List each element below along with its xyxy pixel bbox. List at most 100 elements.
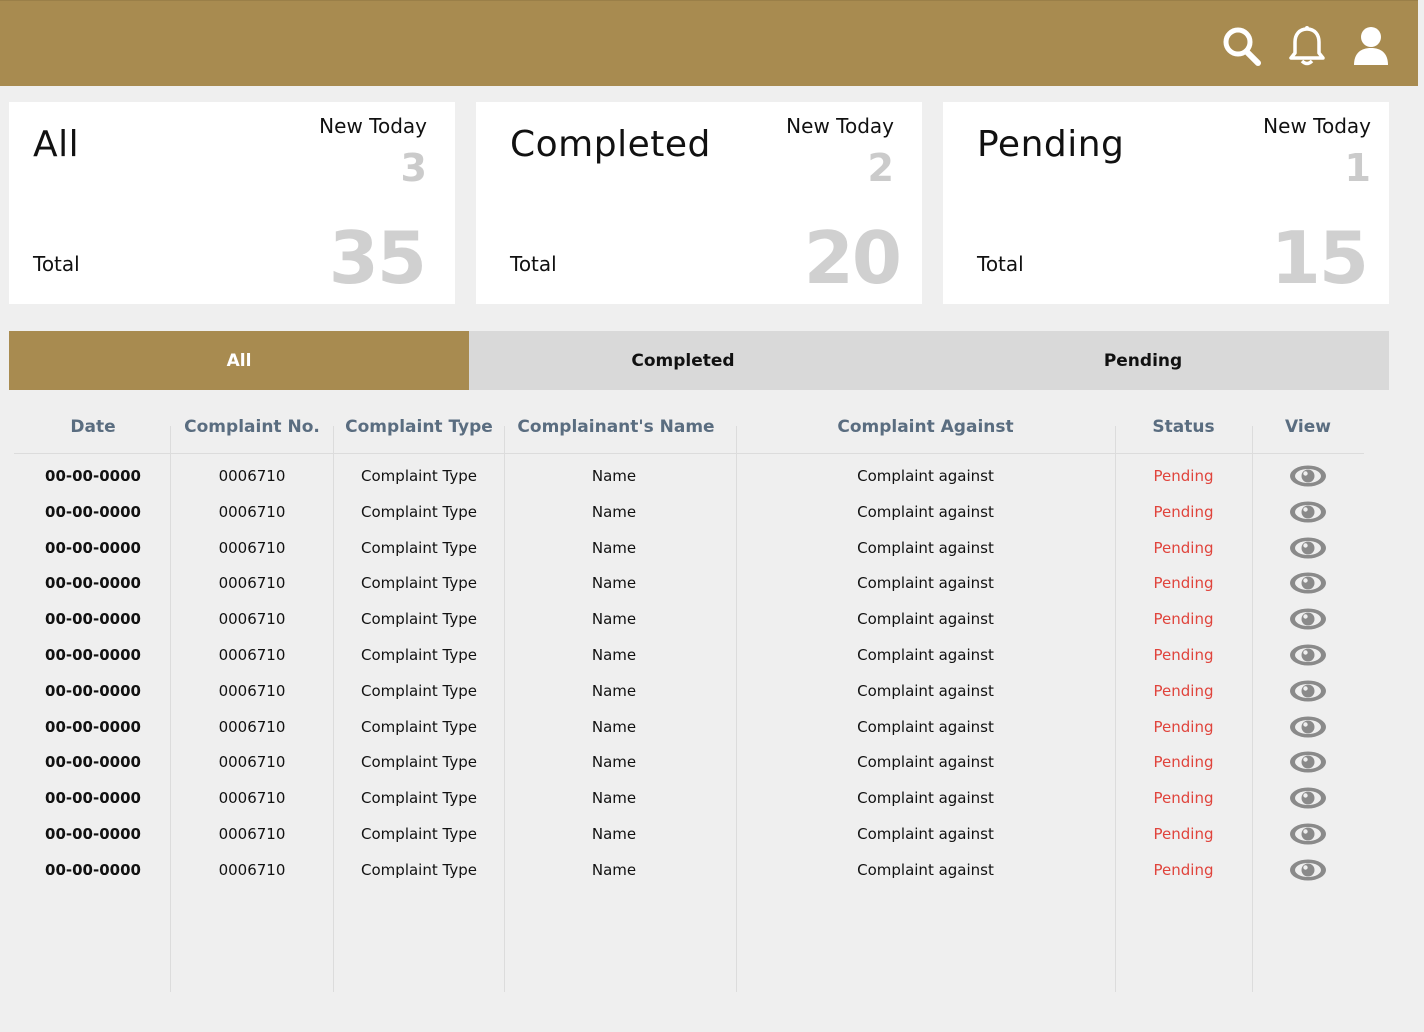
cell-date: 00-00-0000	[45, 502, 141, 521]
eye-icon[interactable]	[1289, 607, 1327, 631]
cell-complaint-type: Complaint Type	[361, 646, 477, 664]
cell-status: Pending	[1153, 467, 1214, 485]
cell-complainant-name: Name	[591, 646, 637, 664]
cell-complaint-against: Complaint against	[857, 574, 994, 593]
eye-icon[interactable]	[1289, 500, 1327, 524]
cell-complainant-name: Name	[591, 753, 637, 772]
cell-complaint-no: 0006710	[218, 681, 286, 700]
bell-icon[interactable]	[1287, 25, 1327, 67]
tab-all[interactable]: All	[9, 331, 469, 390]
eye-icon[interactable]	[1289, 679, 1327, 703]
eye-icon[interactable]	[1289, 786, 1327, 810]
cell-complaint-type: Complaint Type	[361, 502, 477, 521]
column-header-date[interactable]: Date	[14, 417, 172, 437]
cell-status: Pending	[1153, 646, 1214, 664]
column-header-complaint-against[interactable]: Complaint Against	[736, 417, 1115, 437]
table-row: 00-00-0000 0006710 Complaint Type Name Compl…	[14, 494, 1364, 530]
search-icon[interactable]	[1222, 25, 1262, 67]
table-row: 00-00-0000 0006710 Complaint Type Name Compl…	[14, 530, 1364, 566]
total-label: Total	[33, 252, 80, 276]
eye-icon[interactable]	[1289, 822, 1327, 846]
tab-pending[interactable]: Pending	[897, 331, 1389, 390]
total-count: 35	[328, 216, 427, 300]
cell-date: 00-00-0000	[45, 538, 141, 557]
eye-icon[interactable]	[1289, 715, 1327, 739]
new-today-label: New Today	[1263, 114, 1371, 138]
eye-icon[interactable]	[1289, 643, 1327, 667]
cell-status: Pending	[1153, 502, 1214, 521]
cell-complainant-name: Name	[591, 860, 637, 879]
cell-complaint-type: Complaint Type	[361, 538, 477, 557]
summary-card-all: All New Today 3 Total 35	[9, 102, 455, 304]
summary-card-completed: Completed New Today 2 Total 20	[476, 102, 922, 304]
eye-icon[interactable]	[1289, 750, 1327, 774]
cell-date: 00-00-0000	[45, 610, 141, 629]
cell-complaint-against: Complaint against	[857, 681, 994, 700]
user-icon[interactable]	[1351, 25, 1391, 67]
column-header-complainant-name[interactable]: Complainant's Name	[504, 417, 728, 437]
cell-complaint-no: 0006710	[218, 467, 286, 485]
cell-complaint-type: Complaint Type	[361, 753, 477, 772]
cell-complaint-no: 0006710	[218, 610, 286, 629]
cell-status: Pending	[1153, 717, 1214, 736]
table-row: 00-00-0000 0006710 Complaint Type Name Compl…	[14, 637, 1364, 673]
cell-complaint-against: Complaint against	[857, 646, 994, 664]
column-header-status[interactable]: Status	[1115, 417, 1252, 437]
cell-complaint-no: 0006710	[218, 860, 286, 879]
new-today-count: 3	[400, 146, 427, 190]
eye-icon[interactable]	[1289, 571, 1327, 595]
total-count: 20	[803, 216, 902, 300]
cell-complaint-against: Complaint against	[857, 538, 994, 557]
cell-date: 00-00-0000	[45, 753, 141, 772]
table-row: 00-00-0000 0006710 Complaint Type Name Compl…	[14, 601, 1364, 637]
cell-complainant-name: Name	[591, 717, 637, 736]
cell-complaint-no: 0006710	[218, 717, 286, 736]
table-row: 00-00-0000 0006710 Complaint Type Name Compl…	[14, 673, 1364, 709]
cell-status: Pending	[1153, 825, 1214, 843]
summary-card-pending: Pending New Today 1 Total 15	[943, 102, 1389, 304]
table-row: 00-00-0000 0006710 Complaint Type Name Compl…	[14, 709, 1364, 745]
column-header-view[interactable]: View	[1252, 417, 1364, 437]
cell-complaint-no: 0006710	[218, 538, 286, 557]
table-row: 00-00-0000 0006710 Complaint Type Name Compl…	[14, 458, 1364, 494]
column-header-complaint-type[interactable]: Complaint Type	[334, 417, 504, 437]
cell-complaint-no: 0006710	[218, 646, 286, 664]
eye-icon[interactable]	[1289, 858, 1327, 882]
cell-complaint-type: Complaint Type	[361, 681, 477, 700]
card-title: All	[33, 124, 80, 165]
cell-complaint-against: Complaint against	[857, 753, 994, 772]
cell-status: Pending	[1153, 610, 1214, 629]
eye-icon[interactable]	[1289, 536, 1327, 560]
cell-complaint-type: Complaint Type	[361, 574, 477, 593]
cell-complaint-type: Complaint Type	[361, 860, 477, 879]
table-row: 00-00-0000 0006710 Complaint Type Name Compl…	[14, 744, 1364, 780]
cell-complaint-type: Complaint Type	[361, 610, 477, 629]
cell-status: Pending	[1153, 789, 1214, 808]
cell-complainant-name: Name	[591, 610, 637, 629]
cell-complaint-against: Complaint against	[857, 610, 994, 629]
cell-complaint-against: Complaint against	[857, 467, 994, 485]
cell-complaint-type: Complaint Type	[361, 467, 477, 485]
eye-icon[interactable]	[1289, 464, 1327, 488]
table-row: 00-00-0000 0006710 Complaint Type Name Compl…	[14, 565, 1364, 601]
cell-complainant-name: Name	[591, 574, 637, 593]
cell-status: Pending	[1153, 681, 1214, 700]
tab-completed[interactable]: Completed	[469, 331, 897, 390]
cell-date: 00-00-0000	[45, 646, 141, 664]
cell-status: Pending	[1153, 574, 1214, 593]
card-title: Pending	[977, 124, 1125, 165]
cell-complainant-name: Name	[591, 502, 637, 521]
cell-status: Pending	[1153, 538, 1214, 557]
complaints-table: Date Complaint No. Complaint Type Compla…	[14, 408, 1364, 992]
new-today-count: 2	[867, 146, 894, 190]
cell-complaint-no: 0006710	[218, 502, 286, 521]
cell-status: Pending	[1153, 753, 1214, 772]
column-header-complaint-no[interactable]: Complaint No.	[172, 417, 332, 437]
cell-date: 00-00-0000	[45, 681, 141, 700]
cell-complainant-name: Name	[591, 789, 637, 808]
top-bar	[0, 0, 1418, 86]
cell-complainant-name: Name	[591, 681, 637, 700]
cell-complaint-no: 0006710	[218, 574, 286, 593]
cell-date: 00-00-0000	[45, 789, 141, 808]
cell-date: 00-00-0000	[45, 467, 141, 485]
